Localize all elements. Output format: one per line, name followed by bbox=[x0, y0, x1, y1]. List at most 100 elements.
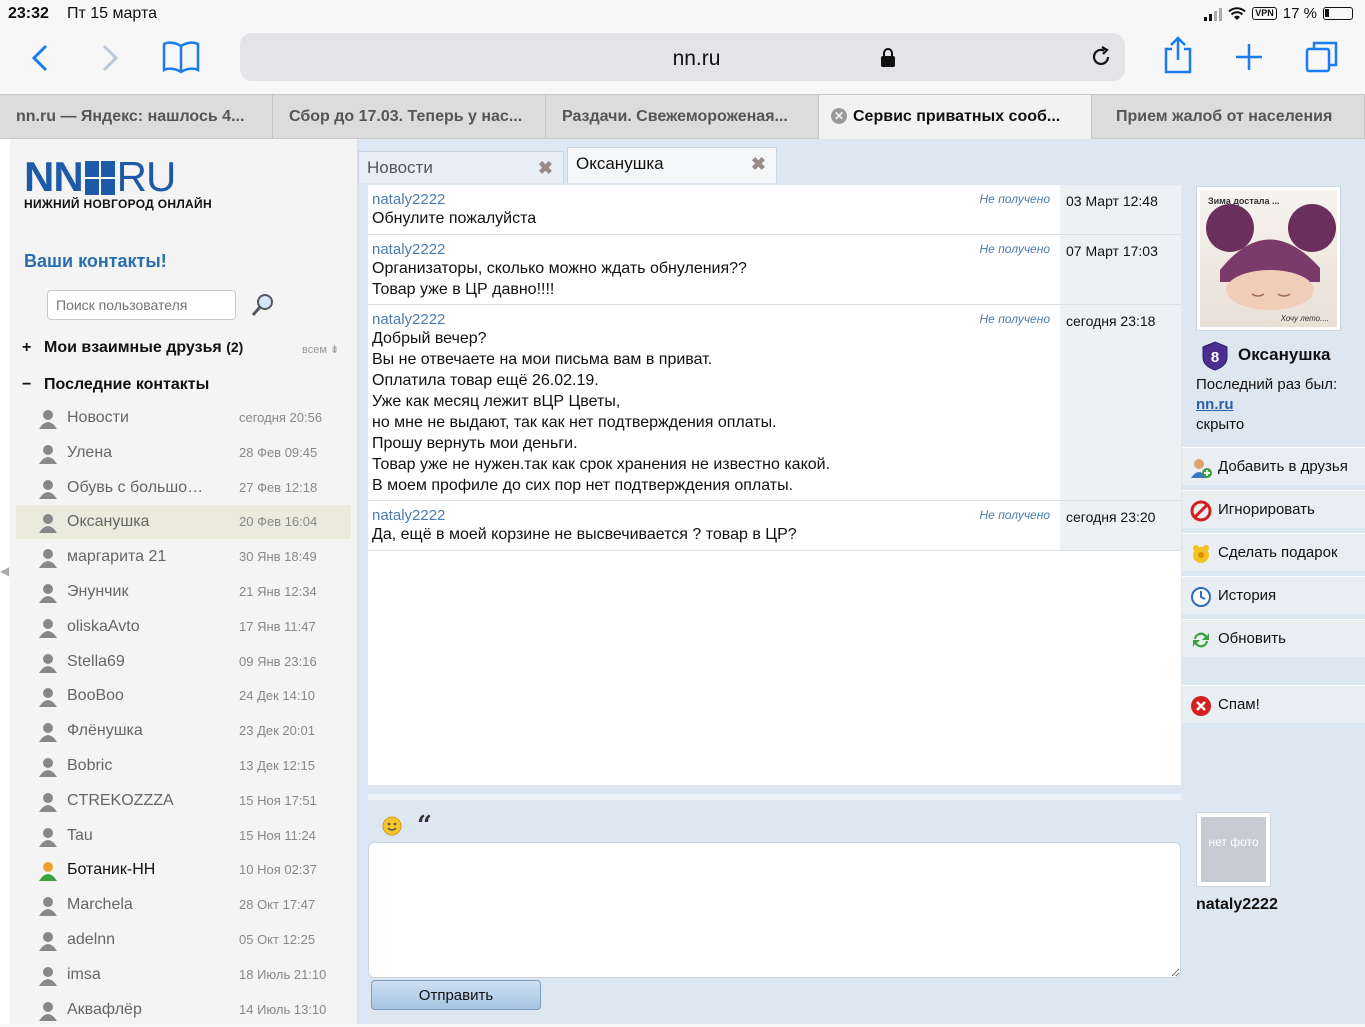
contact-time: 30 Янв 18:49 bbox=[239, 549, 317, 565]
user-icon bbox=[39, 584, 57, 603]
message-author[interactable]: nataly2222 bbox=[372, 311, 1056, 328]
status-time: 23:32 bbox=[8, 5, 49, 22]
contact-item[interactable]: Bobric 13 Дек 12:15 bbox=[16, 749, 351, 783]
contact-item[interactable]: adelnn 05 Окт 12:25 bbox=[16, 923, 351, 957]
logo-ru: RU bbox=[116, 153, 177, 200]
contact-item[interactable]: Улена 28 Фев 09:45 bbox=[16, 436, 351, 470]
contact-item[interactable]: BooBoo 24 Дек 14:10 bbox=[16, 679, 351, 713]
contact-name: Аквафлёр bbox=[67, 1000, 142, 1018]
user-icon bbox=[39, 688, 57, 708]
contact-time: 28 Фев 09:45 bbox=[239, 444, 318, 460]
browser-tab-label: Прием жалоб от населения bbox=[1116, 108, 1333, 125]
last-seen-site-link[interactable]: nn.ru bbox=[1196, 396, 1234, 413]
contact-item[interactable]: Ботаник-НН 10 Ноя 02:37 bbox=[16, 853, 351, 887]
browser-tab-bar: nn.ru — Яндекс: нашлось 4... Сбор до 17.… bbox=[0, 94, 1365, 139]
recent-contacts-group[interactable]: − Последние контакты bbox=[22, 376, 209, 394]
contact-time: 28 Окт 17:47 bbox=[239, 897, 316, 913]
contact-item[interactable]: Marchela 28 Окт 17:47 bbox=[16, 888, 351, 922]
gift-icon bbox=[1193, 545, 1209, 563]
contact-item[interactable]: Tau 15 Ноя 11:24 bbox=[16, 819, 351, 853]
address-bar[interactable]: nn.ru bbox=[240, 33, 1125, 81]
collapse-icon: − bbox=[22, 376, 32, 393]
contact-item[interactable]: Энунчик 21 Янв 12:34 bbox=[16, 575, 351, 609]
user-icon bbox=[39, 1001, 57, 1021]
divider bbox=[368, 794, 1181, 800]
my-avatar[interactable]: нет фото bbox=[1196, 812, 1271, 887]
close-icon[interactable]: ✖ bbox=[538, 158, 553, 179]
user-icon bbox=[39, 514, 57, 534]
contact-item[interactable]: CTREKOZZZA 15 Ноя 17:51 bbox=[16, 784, 351, 818]
browser-tab[interactable]: Прием жалоб от населения bbox=[1092, 95, 1365, 139]
message-line: Обнулите пожалуйста bbox=[372, 210, 537, 227]
contact-name: Ботаник-НН bbox=[67, 861, 156, 879]
contact-item[interactable]: Аквафлёр 14 Июль 13:10 bbox=[16, 993, 351, 1027]
spam-icon bbox=[1191, 696, 1211, 716]
close-tab-icon[interactable]: ✕ bbox=[831, 108, 847, 124]
user-icon bbox=[39, 897, 57, 917]
message-status: Не получено bbox=[979, 242, 1050, 256]
message-time: сегодня 23:18 bbox=[1060, 305, 1181, 500]
group-count: (2) bbox=[226, 339, 244, 355]
mutual-friends-group[interactable]: + Мои взаимные друзья (2) bbox=[22, 339, 243, 357]
message-text: Обнулите пожалуйста bbox=[372, 208, 1056, 229]
last-seen-value: скрыто bbox=[1196, 416, 1245, 433]
contact-item[interactable]: Новости сегодня 20:56 bbox=[16, 401, 351, 435]
browser-tab[interactable]: nn.ru — Яндекс: нашлось 4... bbox=[0, 95, 273, 139]
contact-item[interactable]: Stella69 09 Янв 23:16 bbox=[16, 645, 351, 679]
reload-icon[interactable] bbox=[1089, 45, 1113, 69]
share-icon[interactable] bbox=[1163, 36, 1193, 74]
browser-tab[interactable]: Раздачи. Свежемороженая... bbox=[546, 95, 819, 139]
contact-item[interactable]: imsa 18 Июль 21:10 bbox=[16, 958, 351, 992]
message-status: Не получено bbox=[979, 192, 1050, 206]
user-search-input[interactable] bbox=[47, 290, 236, 320]
chat-tab-oksanushka[interactable]: Оксанушка ✖ bbox=[567, 147, 777, 183]
site-logo[interactable]: NN RU НИЖНИЙ НОВГОРОД ОНЛАЙН bbox=[24, 156, 212, 212]
browser-tab-active[interactable]: ✕ Сервис приватных сооб... bbox=[819, 95, 1092, 139]
browser-tab-label: Сбор до 17.03. Теперь у нас... bbox=[289, 108, 523, 125]
wifi-icon bbox=[1228, 6, 1246, 20]
message-input[interactable] bbox=[368, 842, 1181, 978]
message-author[interactable]: nataly2222 bbox=[372, 507, 1056, 524]
browser-tab[interactable]: Сбор до 17.03. Теперь у нас... bbox=[273, 95, 546, 139]
cellular-signal-icon bbox=[1204, 7, 1223, 21]
tabs-overview-icon[interactable] bbox=[1305, 40, 1339, 74]
message-line: Да, ещё в моей корзине не высвечивается … bbox=[372, 526, 797, 543]
ignore-button[interactable]: Игнорировать bbox=[1182, 490, 1365, 528]
profile-photo[interactable]: Зима достала ... Хочу лето.... bbox=[1196, 186, 1341, 331]
battery-percent: 17 % bbox=[1282, 5, 1317, 22]
quote-icon[interactable]: “ bbox=[417, 813, 432, 839]
smiley-icon[interactable] bbox=[382, 816, 402, 836]
message-author[interactable]: nataly2222 bbox=[372, 191, 1056, 208]
forward-icon[interactable] bbox=[100, 43, 120, 73]
message-line: Организаторы, сколько можно ждать обнуле… bbox=[372, 260, 747, 277]
refresh-button[interactable]: Обновить bbox=[1182, 619, 1365, 657]
vpn-badge: VPN bbox=[1252, 7, 1277, 20]
new-tab-icon[interactable] bbox=[1234, 42, 1264, 72]
contact-time: 17 Янв 11:47 bbox=[239, 618, 316, 634]
message-row: nataly2222 Не получено Организаторы, сколь… bbox=[368, 235, 1181, 305]
spam-button[interactable]: Спам! bbox=[1182, 685, 1365, 723]
contact-time: 24 Дек 14:10 bbox=[239, 688, 315, 704]
back-icon[interactable] bbox=[30, 43, 50, 73]
sort-dropdown[interactable]: всем ⇟ bbox=[302, 343, 339, 356]
contact-item[interactable]: oliskaAvto 17 Янв 11:47 bbox=[16, 610, 351, 644]
contact-time: 18 Июль 21:10 bbox=[239, 966, 327, 982]
chat-tab-news[interactable]: Новости ✖ bbox=[358, 151, 564, 183]
contact-item[interactable]: Обувь с большой бу... 27 Фев 12:18 bbox=[16, 471, 351, 505]
search-icon[interactable] bbox=[250, 292, 276, 318]
chevron-down-icon: ⇟ bbox=[329, 344, 340, 356]
contact-item[interactable]: Флёнушка 23 Дек 20:01 bbox=[16, 714, 351, 748]
gift-button[interactable]: Сделать подарок bbox=[1182, 533, 1365, 571]
contact-time: 14 Июль 13:10 bbox=[239, 1001, 327, 1017]
contact-item[interactable]: маргарита 21 30 Янв 18:49 bbox=[16, 540, 351, 574]
close-icon[interactable]: ✖ bbox=[751, 154, 766, 175]
bookmarks-icon[interactable] bbox=[162, 40, 200, 74]
collapse-arrow-icon[interactable]: ◀ bbox=[0, 564, 9, 594]
contact-item[interactable]: Оксанушка 20 Фев 16:04 bbox=[16, 505, 351, 540]
history-button[interactable]: История bbox=[1182, 576, 1365, 614]
contact-name: BooBoo bbox=[67, 687, 124, 705]
message-author[interactable]: nataly2222 bbox=[372, 241, 1056, 258]
add-friend-button[interactable]: Добавить в друзья bbox=[1182, 447, 1365, 485]
profile-name[interactable]: Оксанушка bbox=[1238, 345, 1330, 365]
send-button[interactable]: Отправить bbox=[371, 980, 541, 1010]
